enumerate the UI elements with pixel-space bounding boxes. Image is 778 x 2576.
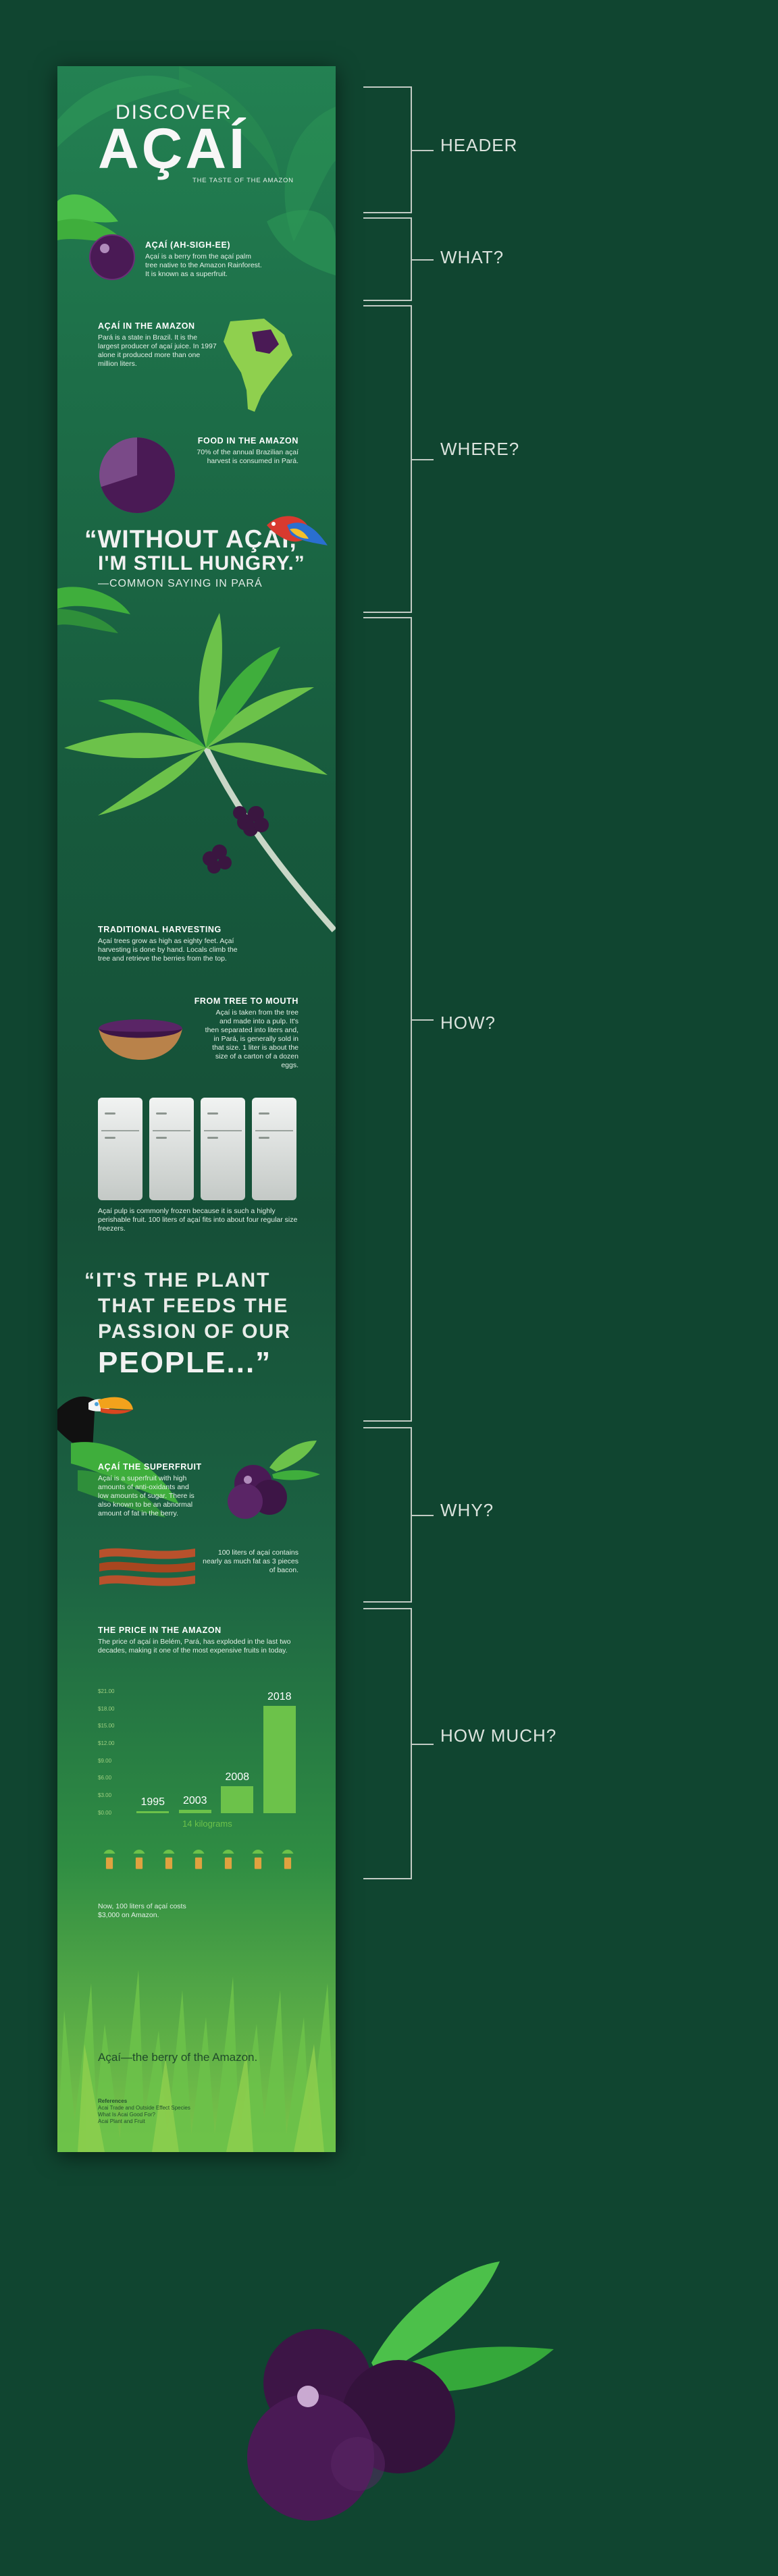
y-tick-label: $0.00: [98, 1810, 112, 1816]
freezer-icon: [252, 1098, 296, 1200]
amazon-heading: AÇAÍ IN THE AMAZON: [98, 321, 195, 331]
bar-2018: [263, 1706, 296, 1813]
superfruit-heading: AÇAÍ THE SUPERFRUIT: [98, 1462, 202, 1472]
header-tagline: THE TASTE OF THE AMAZON: [192, 177, 294, 184]
quote2-line3: PASSION OF OUR: [98, 1320, 291, 1343]
acai-berries-icon: [228, 1441, 320, 1519]
header-title: AÇAÍ: [98, 117, 248, 180]
freezer-icon: [201, 1098, 245, 1200]
amazon-price-body: Now, 100 liters of açaí costs $3,000 on …: [98, 1902, 186, 1919]
freezer-row: [98, 1098, 301, 1200]
acai-bowl-icon: [99, 1019, 182, 1060]
bar-label-2003: 2003: [182, 1794, 207, 1806]
price-heading: THE PRICE IN THE AMAZON: [98, 1626, 222, 1635]
section-label-how: HOW?: [440, 1013, 496, 1033]
quote2-line2: THAT FEEDS THE: [98, 1295, 289, 1317]
bacon-body: 100 liters of açaí contains nearly as mu…: [203, 1549, 299, 1574]
section-bracket-what: [363, 217, 434, 301]
section-label-where: WHERE?: [440, 439, 520, 459]
freezer-icon: [98, 1098, 142, 1200]
y-tick-label: $21.00: [98, 1688, 115, 1694]
y-tick-label: $9.00: [98, 1757, 112, 1764]
acai-pot-icon: [222, 1849, 234, 1869]
y-tick-label: $12.00: [98, 1740, 115, 1746]
bar-1995: [136, 1810, 170, 1813]
y-tick-label: $6.00: [98, 1775, 112, 1781]
bar-2003: [178, 1809, 211, 1813]
section-label-how-much: HOW MUCH?: [440, 1725, 557, 1746]
y-tick-label: $3.00: [98, 1792, 112, 1798]
quote2-line1: “IT'S THE PLANT: [84, 1269, 271, 1291]
references-title: References: [98, 2098, 128, 2104]
acai-pot-icon: [282, 1849, 294, 1869]
acai-pot-icon: [103, 1849, 115, 1869]
harvest-body: Açaí trees grow as high as eighty feet. …: [98, 937, 238, 963]
section-bracket-why: [363, 1427, 434, 1603]
frozen-body: Açaí pulp is commonly frozen because it …: [98, 1207, 298, 1233]
amazon-body: Pará is a state in Brazil. It is the lar…: [98, 333, 217, 368]
infographic-poster: DISCOVER AÇAÍ THE TASTE OF THE AMAZON AÇ…: [57, 66, 336, 2152]
acai-pot-row: [98, 1848, 301, 1889]
reference-item: Acai Trade and Outside Effect Species: [98, 2105, 190, 2111]
chart-plot-area: 1995 2003 2008 2018: [132, 1691, 301, 1813]
mouth-body: Açaí is taken from the tree and made int…: [205, 1009, 299, 1069]
acai-pot-icon: [133, 1849, 145, 1869]
y-tick-label: $15.00: [98, 1723, 115, 1729]
mouth-heading: FROM TREE TO MOUTH: [194, 996, 299, 1006]
acai-palm-tree-illustration: [64, 613, 336, 932]
bar-label-2008: 2008: [225, 1771, 250, 1783]
section-bracket-how: [363, 617, 434, 1422]
references: References Acai Trade and Outside Effect…: [98, 2098, 190, 2125]
consumption-pie-chart: [99, 437, 175, 513]
acai-pot-icon: [252, 1849, 264, 1869]
superfruit-body: Açaí is a superfruit with high amounts o…: [98, 1474, 194, 1518]
section-label-why: WHY?: [440, 1500, 494, 1520]
acai-pot-icon: [192, 1849, 205, 1869]
section-bracket-where: [363, 305, 434, 613]
food-body: 70% of the annual Brazilian açaí harvest…: [197, 448, 299, 465]
section-label-what: WHAT?: [440, 247, 504, 267]
bacon-icon: [99, 1548, 195, 1586]
reference-item: Acai Plant and Fruit: [98, 2118, 145, 2124]
closing-tagline: Açaí—the berry of the Amazon.: [98, 2051, 258, 2064]
bar-2008: [221, 1786, 254, 1813]
bar-label-2018: 2018: [267, 1691, 292, 1703]
acai-berry-icon: [89, 234, 135, 280]
harvest-heading: TRADITIONAL HARVESTING: [98, 925, 222, 934]
bar-label-1995: 1995: [140, 1796, 165, 1808]
acai-pot-icon: [163, 1849, 175, 1869]
price-body: The price of açaí in Belém, Pará, has ex…: [98, 1638, 291, 1655]
section-label-header: HEADER: [440, 135, 518, 155]
macaw-icon: [267, 516, 328, 545]
price-bar-chart: $21.00 $18.00 $15.00 $12.00 $9.00 $6.00 …: [98, 1688, 301, 1816]
what-body: Açaí is a berry from the açaí palm tree …: [145, 252, 262, 278]
food-heading: FOOD IN THE AMAZON: [197, 436, 299, 446]
section-bracket-how-much: [363, 1608, 434, 1879]
freezer-icon: [149, 1098, 194, 1200]
what-heading: AÇAÍ (AH-SIGH-EE): [145, 240, 231, 250]
chart-x-label: 14 kilograms: [182, 1819, 232, 1829]
reference-item: What Is Acai Good For?: [98, 2112, 155, 2118]
large-acai-berries-illustration: [247, 2261, 554, 2521]
y-tick-label: $18.00: [98, 1705, 115, 1712]
section-bracket-header: [363, 86, 434, 213]
south-america-map-icon: [224, 319, 292, 412]
